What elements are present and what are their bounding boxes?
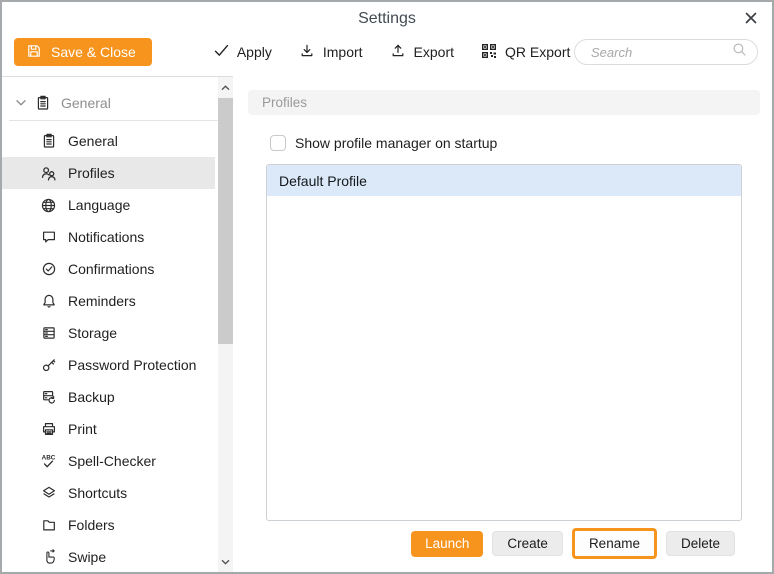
sidebar-item-label: Profiles bbox=[68, 165, 115, 181]
sidebar-item-password-protection[interactable]: Password Protection bbox=[2, 349, 215, 381]
export-icon bbox=[390, 43, 406, 62]
section-title: Profiles bbox=[248, 90, 760, 115]
sidebar-scrollbar[interactable] bbox=[218, 77, 233, 572]
sidebar-item-label: Reminders bbox=[68, 293, 136, 309]
sidebar-item-notifications[interactable]: Notifications bbox=[2, 221, 215, 253]
sidebar-item-folders[interactable]: Folders bbox=[2, 509, 215, 541]
save-close-button[interactable]: Save & Close bbox=[14, 38, 152, 66]
sidebar-group-label: General bbox=[61, 95, 111, 111]
export-label: Export bbox=[414, 44, 454, 60]
sidebar-item-label: Notifications bbox=[68, 229, 144, 245]
scroll-down-icon[interactable] bbox=[218, 553, 233, 570]
sidebar-item-print[interactable]: Print bbox=[2, 413, 215, 445]
save-icon bbox=[26, 43, 42, 62]
profiles-panel: Profiles Show profile manager on startup… bbox=[233, 76, 772, 572]
save-close-label: Save & Close bbox=[51, 44, 136, 60]
launch-button[interactable]: Launch bbox=[411, 531, 483, 557]
check-circle-icon bbox=[40, 261, 57, 278]
settings-window: Settings Save & Close Appl bbox=[0, 0, 774, 574]
close-icon bbox=[745, 12, 757, 27]
sidebar-item-label: Folders bbox=[68, 517, 115, 533]
rename-button[interactable]: Rename bbox=[572, 528, 657, 559]
create-button[interactable]: Create bbox=[492, 531, 563, 556]
sidebar-item-shortcuts[interactable]: Shortcuts bbox=[2, 477, 215, 509]
toolbar-actions: Apply Import Export bbox=[214, 43, 571, 62]
qr-export-label: QR Export bbox=[505, 44, 570, 60]
sidebar-nav: General General bbox=[2, 89, 218, 573]
printer-icon bbox=[40, 421, 57, 438]
apply-label: Apply bbox=[237, 44, 272, 60]
sidebar-item-profiles[interactable]: Profiles bbox=[2, 157, 215, 189]
search-box[interactable] bbox=[574, 39, 758, 65]
clipboard-icon bbox=[40, 133, 57, 150]
search-input[interactable] bbox=[591, 45, 732, 60]
qr-export-button[interactable]: QR Export bbox=[481, 43, 570, 62]
search-icon bbox=[732, 42, 747, 62]
sidebar-item-label: Language bbox=[68, 197, 130, 213]
import-button[interactable]: Import bbox=[299, 43, 363, 62]
profile-row-default[interactable]: Default Profile bbox=[267, 165, 741, 196]
key-icon bbox=[40, 357, 57, 374]
profile-list[interactable]: Default Profile bbox=[266, 164, 742, 521]
close-button[interactable] bbox=[741, 9, 761, 29]
content-area: General General bbox=[2, 76, 772, 572]
toolbar: Save & Close Apply Import bbox=[2, 34, 772, 76]
sidebar-item-label: Spell-Checker bbox=[68, 453, 156, 469]
sidebar-item-confirmations[interactable]: Confirmations bbox=[2, 253, 215, 285]
scroll-up-icon[interactable] bbox=[218, 79, 233, 96]
layers-icon bbox=[40, 485, 57, 502]
window-title: Settings bbox=[2, 10, 772, 28]
apply-button[interactable]: Apply bbox=[214, 44, 272, 60]
sidebar-item-label: Backup bbox=[68, 389, 115, 405]
sidebar-item-reminders[interactable]: Reminders bbox=[2, 285, 215, 317]
sidebar-item-label: Storage bbox=[68, 325, 117, 341]
sidebar-item-language[interactable]: Language bbox=[2, 189, 215, 221]
sidebar-item-storage[interactable]: Storage bbox=[2, 317, 215, 349]
scrollbar-thumb[interactable] bbox=[218, 98, 233, 344]
storage-icon bbox=[40, 325, 57, 342]
profile-buttons: Launch Create Rename Delete bbox=[248, 528, 735, 559]
checkbox-unchecked[interactable] bbox=[270, 135, 286, 151]
sidebar-item-label: Confirmations bbox=[68, 261, 154, 277]
sidebar-divider bbox=[9, 120, 218, 121]
sidebar-item-swipe[interactable]: Swipe bbox=[2, 541, 215, 573]
qr-code-icon bbox=[481, 43, 497, 62]
export-button[interactable]: Export bbox=[390, 43, 454, 62]
checkbox-label: Show profile manager on startup bbox=[295, 135, 497, 151]
speech-bubble-icon bbox=[40, 229, 57, 246]
backup-icon bbox=[40, 389, 57, 406]
import-label: Import bbox=[323, 44, 363, 60]
sidebar-item-label: Swipe bbox=[68, 549, 106, 565]
sidebar-item-backup[interactable]: Backup bbox=[2, 381, 215, 413]
chevron-down-icon bbox=[10, 99, 32, 107]
svg-text:ABC: ABC bbox=[42, 454, 56, 461]
folder-icon bbox=[40, 517, 57, 534]
bell-icon bbox=[40, 293, 57, 310]
sidebar-item-label: Shortcuts bbox=[68, 485, 127, 501]
globe-icon bbox=[40, 197, 57, 214]
sidebar-item-general[interactable]: General bbox=[2, 125, 215, 157]
check-icon bbox=[214, 44, 229, 60]
show-profile-manager-checkbox-row[interactable]: Show profile manager on startup bbox=[270, 135, 760, 151]
sidebar-item-label: General bbox=[68, 133, 118, 149]
titlebar: Settings bbox=[2, 2, 772, 34]
swipe-hand-icon bbox=[40, 549, 57, 566]
sidebar-item-spell-checker[interactable]: ABC Spell-Checker bbox=[2, 445, 215, 477]
sidebar-group-general[interactable]: General bbox=[2, 89, 218, 117]
import-icon bbox=[299, 43, 315, 62]
people-icon bbox=[40, 165, 57, 182]
sidebar-item-label: Password Protection bbox=[68, 357, 196, 373]
clipboard-icon bbox=[34, 95, 51, 112]
delete-button[interactable]: Delete bbox=[666, 531, 735, 556]
spellcheck-icon: ABC bbox=[40, 453, 57, 470]
sidebar-item-label: Print bbox=[68, 421, 97, 437]
settings-sidebar: General General bbox=[2, 76, 233, 572]
